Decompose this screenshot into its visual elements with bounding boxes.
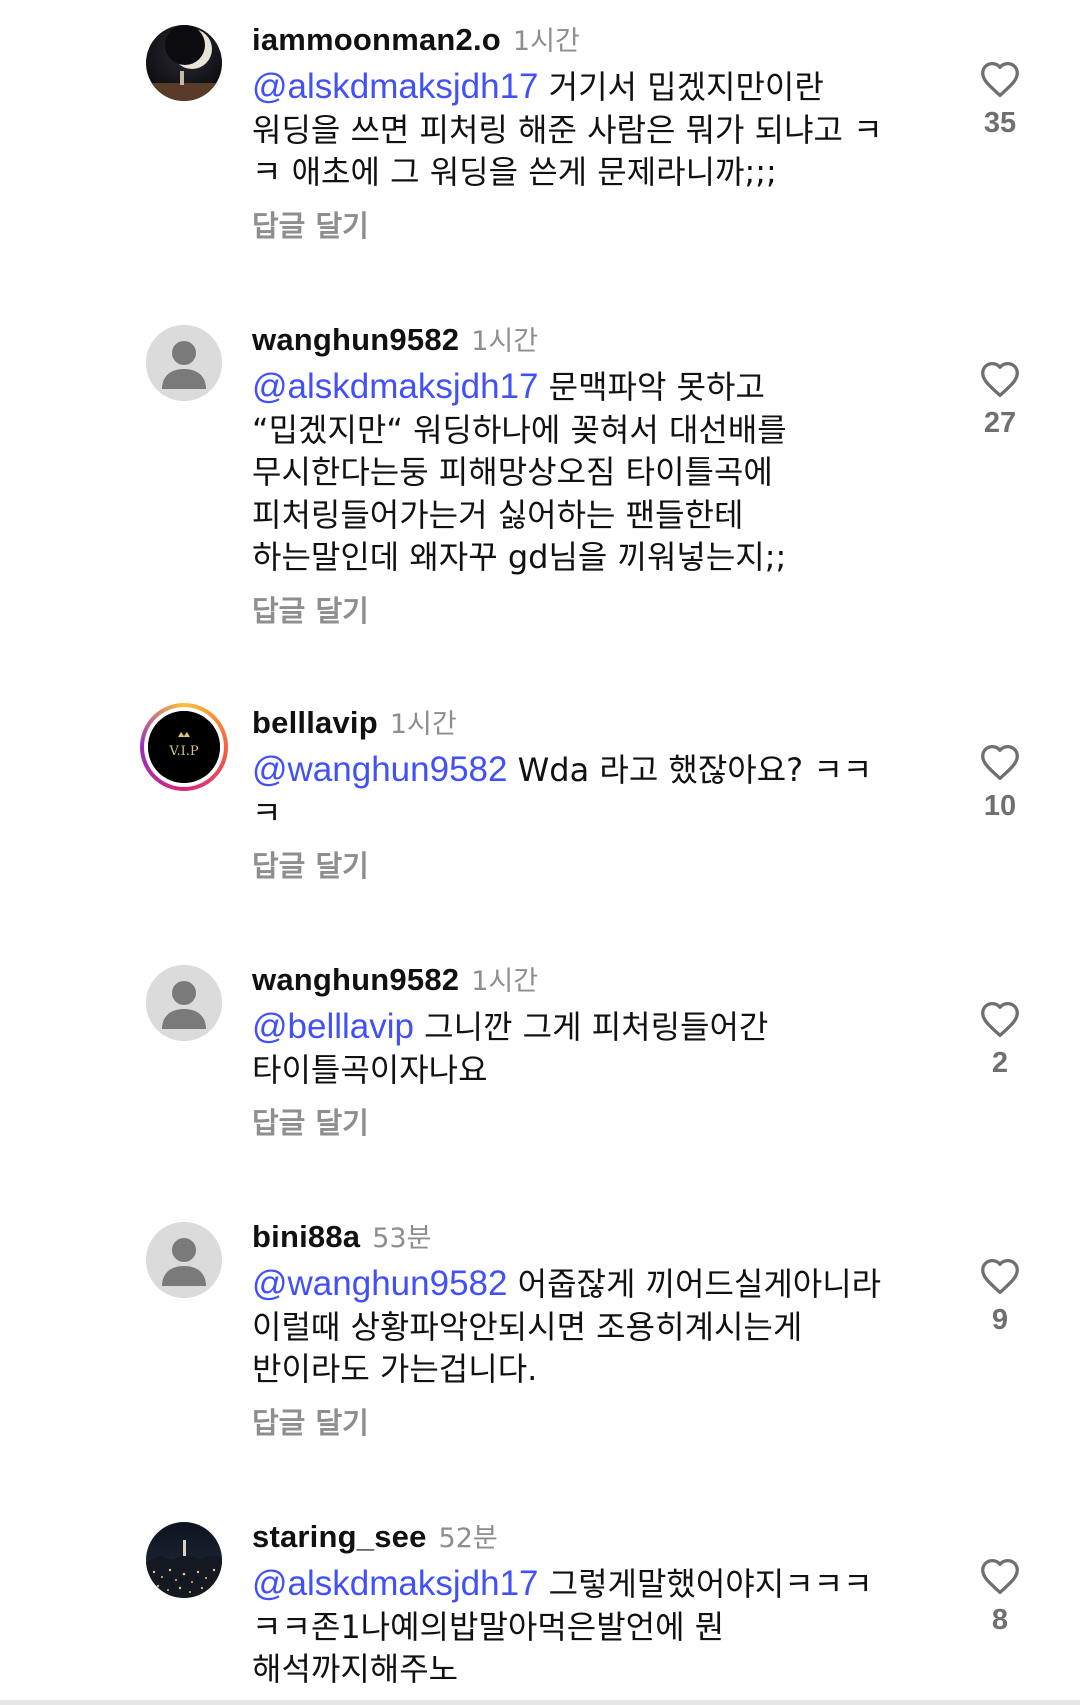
comment-text: @alskdmaksjdh17 문맥파악 못하고 “밉겠지만“ 워딩하나에 꽂혀… [252,366,932,579]
comment-text-line: 그니깐 그게 피처링들어간 [424,1008,769,1046]
comment-text-line: ㅋ [252,793,282,832]
heart-outline-icon [981,1558,1019,1595]
mention-link[interactable]: @wanghun9582 [252,1264,507,1303]
comment-text-line: 어줍잖게 끼어드실게아니라 [517,1265,882,1303]
comment-timestamp: 1시간 [471,966,539,997]
reply-button[interactable]: 답글 달기 [252,591,932,631]
comment-username[interactable]: belllavip [252,705,378,740]
reply-button[interactable]: 답글 달기 [252,846,932,886]
mention-link[interactable]: @alskdmaksjdh17 [252,367,539,406]
avatar[interactable] [146,1522,222,1598]
mention-link[interactable]: @wanghun9582 [252,750,507,789]
comment-text-line: 거기서 밉겠지만이란 [548,68,824,106]
heart-outline-icon [981,61,1019,98]
comment-text-line: 이럴때 상황파악안되시면 조용히계시는게 [252,1307,803,1346]
like-button[interactable] [970,360,1030,398]
story-ring-avatar[interactable]: V.I.P [140,703,228,791]
like-button[interactable] [970,1000,1030,1038]
comment-text: @wanghun9582 Wda 라고 했잖아요? ㅋㅋ ㅋ [252,749,932,834]
like-button[interactable] [970,1557,1030,1595]
comment-text-line: 워딩을 쓰면 피처링 해준 사람은 뭐가 되냐고 ㅋ [252,110,883,149]
comment-text-line: 피처링들어가는거 싫어하는 팬들한테 [252,495,744,534]
comment-text-line: 무시한다는둥 피해망상오짐 타이틀곡에 [252,453,773,491]
reply-button[interactable]: 답글 달기 [252,1103,932,1143]
comment-text-line: 반이라도 가는겁니다. [252,1350,538,1388]
like-count: 10 [983,790,1017,822]
vip-avatar-image: V.I.P [148,711,220,783]
night-city-avatar-image [146,1522,222,1598]
heart-outline-icon [981,744,1019,781]
like-button[interactable] [970,1257,1030,1295]
comment-text-line: “밉겠지만“ 워딩하나에 꽂혀서 대선배를 [252,410,787,449]
like-count: 27 [983,407,1017,439]
comment-username[interactable]: bini88a [252,1219,360,1254]
like-button[interactable] [970,60,1030,98]
heart-outline-icon [981,361,1019,398]
comment-text-line: Wda 라고 했잖아요? ㅋㅋ [517,751,873,789]
default-person-icon [146,1222,222,1298]
like-count: 9 [991,1304,1009,1336]
comment-timestamp: 1시간 [389,709,457,740]
comment-username[interactable]: iammoonman2.o [252,22,501,57]
like-count: 8 [991,1604,1009,1636]
reply-button[interactable]: 답글 달기 [252,206,932,246]
moon-avatar-image [146,25,222,101]
mention-link[interactable]: @alskdmaksjdh17 [252,67,539,106]
mention-link[interactable]: @belllavip [252,1007,414,1046]
comment-timestamp: 53분 [372,1223,432,1254]
mention-link[interactable]: @alskdmaksjdh17 [252,1564,539,1603]
comment-text-line: 그렇게말했어야지ㅋㅋㅋ [548,1565,873,1603]
comment-timestamp: 52분 [438,1523,498,1554]
comment-text: @wanghun9582 어줍잖게 끼어드실게아니라 이럴때 상황파악안되시면 … [252,1263,932,1391]
avatar[interactable] [146,25,222,101]
comment-username[interactable]: wanghun9582 [252,962,459,997]
default-person-icon [146,965,222,1041]
comment-text: @alskdmaksjdh17 그렇게말했어야지ㅋㅋㅋ ㅋㅋ존1나예의밥말아먹은… [252,1563,932,1691]
avatar[interactable] [146,1222,222,1298]
reply-button[interactable]: 답글 달기 [252,1403,932,1443]
comment-text-line: 해석까지해주노 [252,1650,459,1688]
default-person-icon [146,325,222,401]
avatar[interactable] [146,325,222,401]
like-count: 35 [983,107,1017,139]
comment-text: @alskdmaksjdh17 거기서 밉겠지만이란 워딩을 쓰면 피처링 해준… [252,66,932,194]
svg-text:V.I.P: V.I.P [168,744,199,759]
like-button[interactable] [970,743,1030,781]
comment-text-line: 타이틀곡이자나요 [252,1050,488,1089]
comment-username[interactable]: wanghun9582 [252,322,459,357]
comment-text-line: ㅋ 애초에 그 워딩을 쓴게 문제라니까;;; [252,153,777,191]
comment-text: @belllavip 그니깐 그게 피처링들어간 타이틀곡이자나요 [252,1006,932,1091]
comment-text-line: 하는말인데 왜자꾸 gd님을 끼워넣는지;; [252,538,787,576]
comment-timestamp: 1시간 [512,26,580,57]
bottom-divider [0,1700,1080,1705]
comment-timestamp: 1시간 [471,326,539,357]
heart-outline-icon [981,1258,1019,1295]
comment-username[interactable]: staring_see [252,1519,427,1554]
avatar[interactable] [146,965,222,1041]
comment-text-line: ㅋㅋ존1나예의밥말아먹은발언에 뭔 [252,1607,725,1646]
comment-text-line: 문맥파악 못하고 [548,368,765,406]
heart-outline-icon [981,1001,1019,1038]
like-count: 2 [991,1047,1009,1079]
